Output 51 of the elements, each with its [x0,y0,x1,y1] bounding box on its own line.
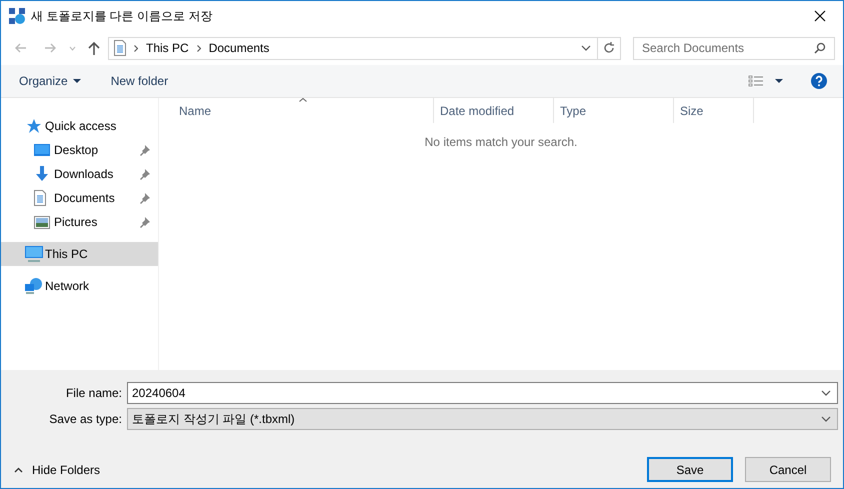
computer-icon [25,246,43,262]
breadcrumb-chevron-icon [134,44,138,52]
refresh-icon[interactable] [603,42,615,54]
sidebar-item[interactable]: Quick access [1,114,158,138]
empty-message: No items match your search. [424,134,578,151]
document-icon [34,190,46,206]
save-type-dropdown[interactable]: 토폴로지 작성기 파일 (*.tbxml) [127,408,838,430]
column-header[interactable]: Date modified [434,98,554,123]
sidebar-item[interactable]: Desktop [1,138,158,162]
file-name-input[interactable]: 20240604 [132,384,821,402]
sidebar-item[interactable]: Network [1,274,158,298]
picture-icon [34,216,50,228]
search-input[interactable]: Search Documents [642,39,814,57]
file-name-label: File name: [64,385,122,402]
hide-folders-button[interactable]: Hide Folders [14,460,100,478]
network-icon [25,278,43,294]
caret-icon [72,79,81,83]
column-header[interactable]: Size [674,98,754,123]
view-options-icon[interactable] [748,75,764,87]
column-header[interactable]: Type [554,98,674,123]
save-type-label: Save as type: [48,411,122,428]
column-header[interactable]: Name [159,98,434,123]
new-folder-button[interactable]: New folder [110,72,168,90]
close-icon [814,10,826,22]
dropdown-chevron-icon [581,45,591,51]
address-bar[interactable]: This PC Documents [108,36,621,60]
breadcrumb[interactable]: Documents [208,39,270,57]
up-arrow-icon[interactable] [88,41,100,55]
breadcrumb[interactable]: This PC [146,39,189,57]
sidebar-item[interactable]: Downloads [1,162,158,186]
monitor-icon [34,143,50,157]
document-icon [114,40,126,56]
dropdown-chevron-icon [821,416,831,422]
organize-button[interactable]: Organize [19,72,81,90]
dialog-button[interactable]: Save [647,457,733,482]
sidebar-item[interactable]: This PC [1,242,158,266]
search-field[interactable]: Search Documents [633,36,835,60]
sidebar-item[interactable]: Documents [1,186,158,210]
sidebar-item[interactable]: Pictures [1,210,158,234]
download-arrow-icon [34,166,50,182]
star-icon [25,118,41,134]
chevron-up-icon [14,466,23,472]
help-icon[interactable] [811,73,827,89]
app-icon [9,8,25,24]
file-name-field[interactable]: 20240604 [127,382,838,404]
search-icon [814,42,826,54]
dialog-button[interactable]: Cancel [745,457,831,482]
dropdown-chevron-icon [821,390,831,396]
window-title: 새 토폴로지를 다른 이름으로 저장 [31,8,212,25]
breadcrumb-chevron-icon [196,44,201,52]
caret-icon[interactable] [775,79,783,83]
